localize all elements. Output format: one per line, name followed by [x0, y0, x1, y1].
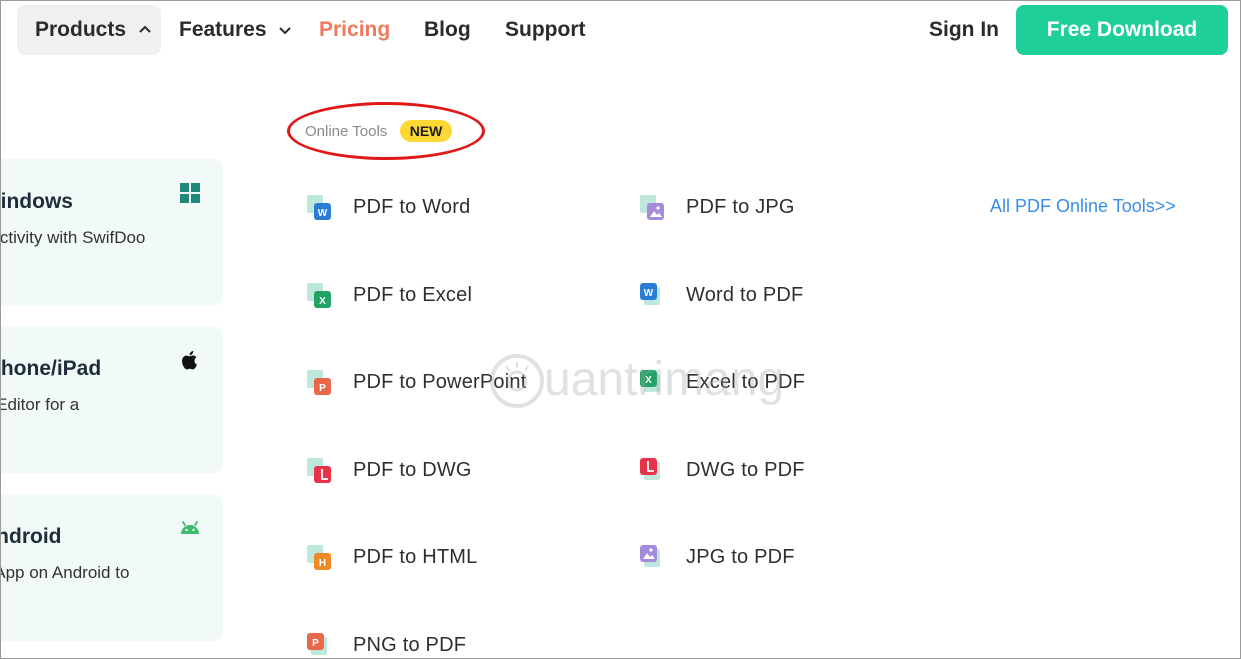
nav-features[interactable]: Features — [179, 5, 293, 55]
tool-label: PDF to PowerPoint — [353, 371, 527, 393]
platform-card-ios[interactable]: iPhone/iPad F Editor for a — [0, 326, 223, 473]
nav-products[interactable]: Products — [17, 5, 161, 55]
card-title: Android — [1, 525, 62, 548]
svg-text:W: W — [644, 288, 654, 299]
red-circle-annotation — [287, 102, 485, 160]
chevron-down-icon — [279, 27, 292, 35]
html-icon: H — [307, 545, 331, 570]
nav-features-label: Features — [179, 18, 267, 41]
card-title: iPhone/iPad — [0, 357, 102, 380]
dwg-icon — [640, 457, 660, 480]
tool-label: PDF to JPG — [686, 196, 795, 218]
page-frame: Products Features Pricing Blog Support S… — [0, 0, 1241, 659]
svg-text:X: X — [645, 375, 652, 386]
free-download-button[interactable]: Free Download — [1016, 5, 1228, 55]
svg-text:P: P — [312, 638, 319, 649]
word-icon: W — [307, 195, 331, 220]
windows-icon — [180, 183, 200, 203]
powerpoint-icon: P — [307, 370, 331, 395]
excel-icon: X — [307, 282, 331, 308]
nav-pricing[interactable]: Pricing — [319, 5, 390, 55]
tool-label: JPG to PDF — [686, 546, 795, 568]
svg-text:X: X — [319, 296, 326, 307]
tool-label: Word to PDF — [686, 283, 804, 306]
card-desc: ductivity with SwifDoo — [0, 228, 146, 247]
platform-card-android[interactable]: Android g App on Android to — [1, 494, 223, 641]
svg-text:W: W — [318, 208, 328, 219]
tool-label: PDF to DWG — [353, 458, 472, 481]
tool-label: DWG to PDF — [686, 458, 805, 481]
tool-label: Excel to PDF — [686, 371, 806, 393]
tool-label: PDF to Word — [353, 196, 471, 218]
apple-icon — [182, 351, 197, 370]
card-desc: F Editor for a — [0, 395, 80, 414]
svg-text:H: H — [319, 558, 326, 569]
android-icon — [181, 521, 199, 534]
dwg-icon — [307, 457, 331, 483]
word-icon: W — [640, 282, 660, 305]
nav-blog[interactable]: Blog — [424, 5, 471, 55]
image-icon — [640, 195, 664, 220]
png-icon: P — [307, 632, 327, 655]
tool-label: PNG to PDF — [353, 633, 467, 656]
top-nav: Products Features Pricing Blog Support S… — [1, 1, 1240, 61]
tool-label: PDF to HTML — [353, 546, 478, 568]
nav-products-label: Products — [35, 18, 127, 41]
card-desc: g App on Android to — [1, 563, 130, 582]
chevron-up-icon — [139, 26, 151, 34]
excel-icon: X — [640, 370, 660, 392]
all-pdf-online-tools-link[interactable]: All PDF Online Tools>> — [990, 196, 1176, 217]
sign-in-link[interactable]: Sign In — [929, 5, 999, 55]
image-icon — [640, 545, 660, 567]
tool-label: PDF to Excel — [353, 283, 473, 306]
card-title: Windows — [0, 190, 73, 213]
platform-card-windows[interactable]: Windows ductivity with SwifDoo — [0, 159, 223, 306]
svg-text:P: P — [319, 383, 326, 394]
nav-support[interactable]: Support — [505, 5, 585, 55]
